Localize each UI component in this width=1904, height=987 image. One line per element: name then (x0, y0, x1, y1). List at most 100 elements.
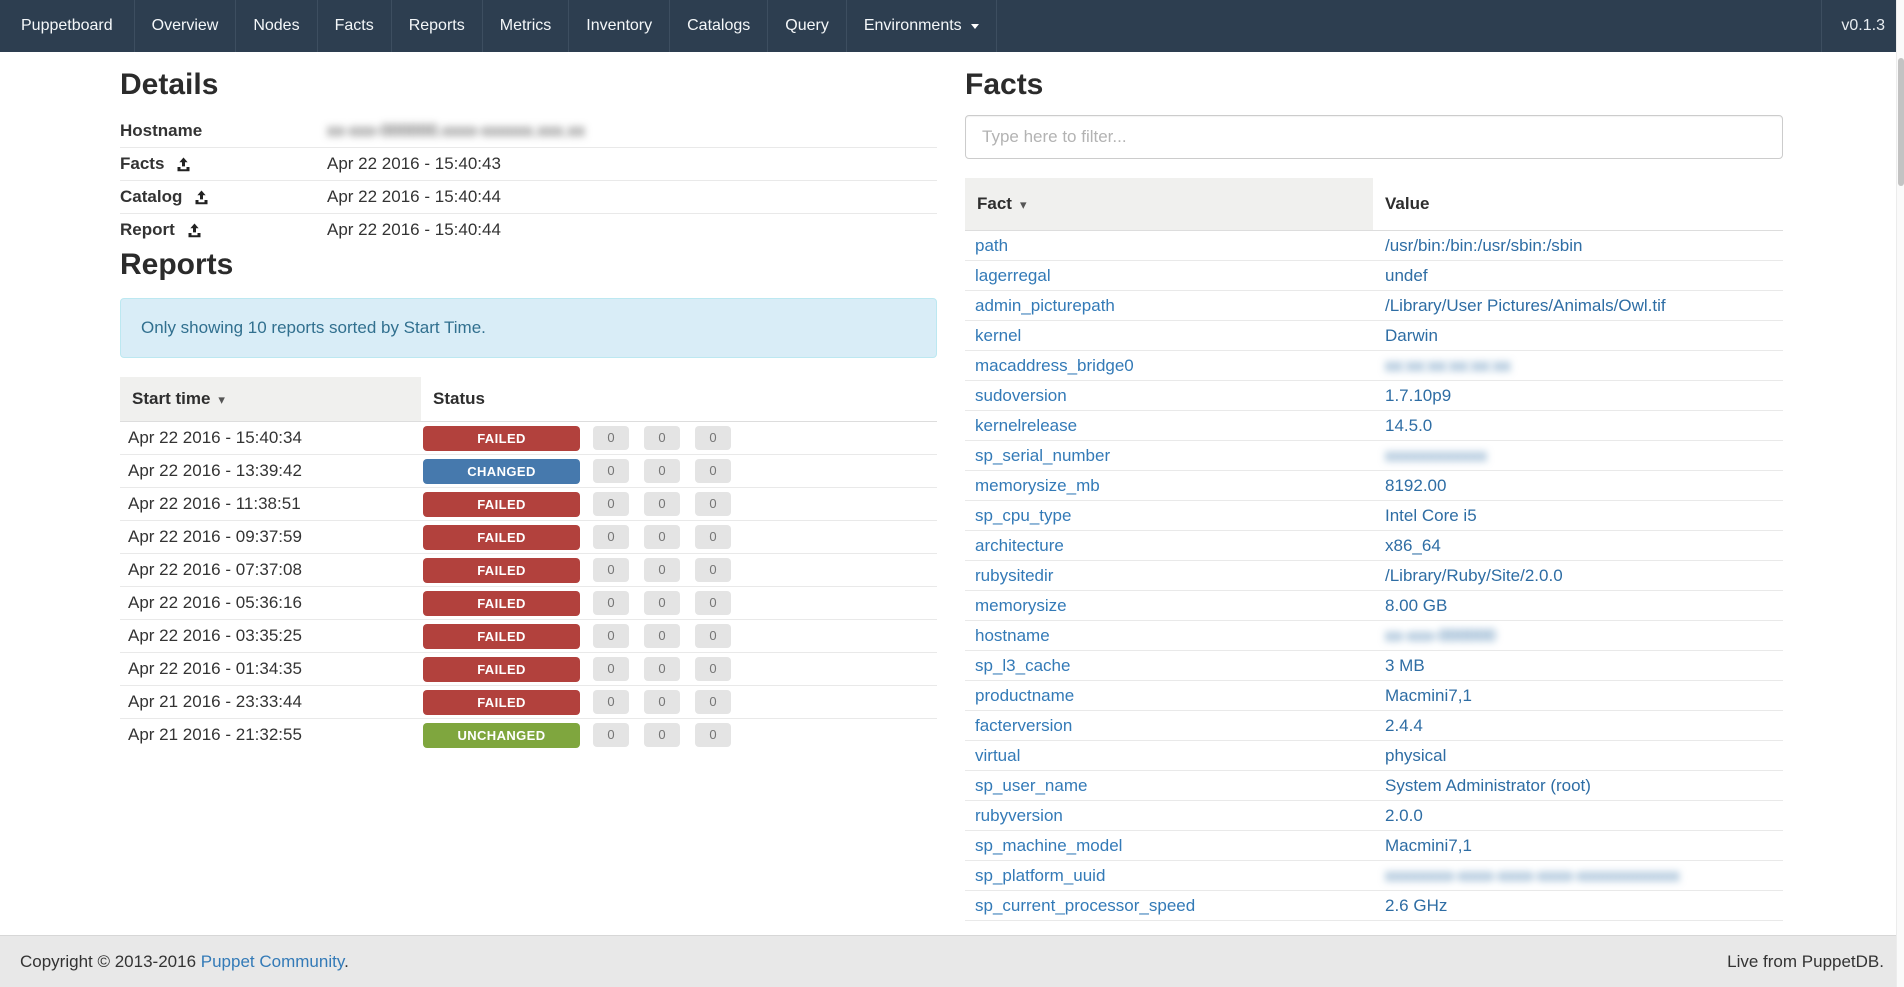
fact-name-cell: memorysize (965, 591, 1373, 621)
report-start-time: Apr 22 2016 - 09:37:59 (120, 521, 421, 554)
fact-name-link[interactable]: rubyversion (975, 806, 1063, 825)
fact-name-link[interactable]: path (975, 236, 1008, 255)
reports-table: Start time▾ Status Apr 22 2016 - 15:40:3… (120, 377, 937, 751)
detail-value-cell: Apr 22 2016 - 15:40:43 (327, 155, 937, 173)
filter-input[interactable] (965, 115, 1783, 159)
report-start-time: Apr 22 2016 - 13:39:42 (120, 455, 421, 488)
fact-value-cell: xx-xxx-000000 (1373, 621, 1783, 651)
fact-name-link[interactable]: architecture (975, 536, 1064, 555)
upload-icon[interactable] (176, 157, 191, 172)
fact-name-cell: facterversion (965, 711, 1373, 741)
report-count-badge: 0 (593, 492, 629, 516)
fact-name-link[interactable]: sudoversion (975, 386, 1067, 405)
report-status-cell: UNCHANGED000 (421, 719, 937, 752)
report-status-badge[interactable]: FAILED (423, 657, 580, 682)
column-header-value[interactable]: Value (1373, 178, 1783, 231)
report-status-badge[interactable]: FAILED (423, 525, 580, 550)
sort-caret-icon: ▾ (1020, 197, 1027, 212)
nav-item-reports[interactable]: Reports (392, 0, 483, 52)
fact-value-cell: xx:xx:xx:xx:xx:xx (1373, 351, 1783, 381)
report-status-badge[interactable]: FAILED (423, 624, 580, 649)
fact-name-cell: sp_current_processor_speed (965, 891, 1373, 921)
detail-label-cell: Facts (120, 154, 327, 174)
navbar-brand[interactable]: Puppetboard (0, 0, 135, 52)
report-count-badge: 0 (695, 624, 731, 648)
detail-value-cell: Apr 22 2016 - 15:40:44 (327, 221, 937, 239)
report-start-time-text: Apr 22 2016 - 05:36:16 (128, 593, 302, 612)
fact-value: 14.5.0 (1385, 416, 1432, 435)
fact-value-cell: physical (1373, 741, 1783, 771)
nav-item-metrics[interactable]: Metrics (483, 0, 570, 52)
fact-name-link[interactable]: productname (975, 686, 1074, 705)
fact-name-cell: lagerregal (965, 261, 1373, 291)
fact-name-link[interactable]: lagerregal (975, 266, 1051, 285)
fact-name-link[interactable]: admin_picturepath (975, 296, 1115, 315)
nav-item-overview[interactable]: Overview (135, 0, 237, 52)
scrollbar-thumb[interactable] (1898, 58, 1904, 186)
report-row: Apr 22 2016 - 09:37:59 FAILED000 (120, 521, 937, 554)
fact-name-link[interactable]: memorysize (975, 596, 1067, 615)
fact-row: hostname xx-xxx-000000 (965, 621, 1783, 651)
fact-name-link[interactable]: kernelrelease (975, 416, 1077, 435)
nav-item-environments[interactable]: Environments (847, 0, 997, 52)
fact-name-link[interactable]: hostname (975, 626, 1050, 645)
fact-name-link[interactable]: sp_machine_model (975, 836, 1122, 855)
fact-row: sp_serial_number xxxxxxxxxxxx (965, 441, 1783, 471)
report-row: Apr 21 2016 - 23:33:44 FAILED000 (120, 686, 937, 719)
fact-name-link[interactable]: sp_l3_cache (975, 656, 1070, 675)
fact-value-cell: /Library/Ruby/Site/2.0.0 (1373, 561, 1783, 591)
reports-table-header-row: Start time▾ Status (120, 377, 937, 422)
report-count-badge: 0 (644, 558, 680, 582)
report-count-badge: 0 (644, 591, 680, 615)
fact-name-link[interactable]: sp_platform_uuid (975, 866, 1105, 885)
report-status-badge[interactable]: FAILED (423, 591, 580, 616)
detail-label-cell: Hostname (120, 121, 327, 141)
fact-row: memorysize_mb 8192.00 (965, 471, 1783, 501)
nav-item-facts[interactable]: Facts (318, 0, 392, 52)
detail-value: Apr 22 2016 - 15:40:43 (327, 154, 501, 173)
info-alert: Only showing 10 reports sorted by Start … (120, 298, 937, 358)
fact-name-link[interactable]: memorysize_mb (975, 476, 1100, 495)
puppet-community-link[interactable]: Puppet Community (201, 952, 344, 971)
fact-value: 2.6 GHz (1385, 896, 1447, 915)
fact-name-link[interactable]: facterversion (975, 716, 1072, 735)
fact-name-link[interactable]: virtual (975, 746, 1020, 765)
fact-value: 2.4.4 (1385, 716, 1423, 735)
column-header-start-time-label: Start time (132, 389, 210, 408)
column-header-status-label: Status (433, 389, 485, 408)
report-status-badge[interactable]: FAILED (423, 426, 580, 451)
report-status-badge[interactable]: FAILED (423, 492, 580, 517)
nav-item-nodes[interactable]: Nodes (236, 0, 317, 52)
fact-row: sp_machine_model Macmini7,1 (965, 831, 1783, 861)
fact-name-cell: macaddress_bridge0 (965, 351, 1373, 381)
report-count-badge: 0 (593, 624, 629, 648)
fact-name-link[interactable]: sp_cpu_type (975, 506, 1071, 525)
fact-name-cell: hostname (965, 621, 1373, 651)
nav-item-catalogs[interactable]: Catalogs (670, 0, 768, 52)
report-status-cell: FAILED000 (421, 554, 937, 587)
fact-name-link[interactable]: kernel (975, 326, 1021, 345)
upload-icon[interactable] (194, 190, 209, 205)
report-count-badge: 0 (593, 426, 629, 450)
report-status-cell: FAILED000 (421, 686, 937, 719)
report-status-badge[interactable]: FAILED (423, 558, 580, 583)
fact-name-link[interactable]: sp_user_name (975, 776, 1087, 795)
nav-item-query[interactable]: Query (768, 0, 847, 52)
fact-name-link[interactable]: sp_current_processor_speed (975, 896, 1195, 915)
column-header-status[interactable]: Status (421, 377, 937, 422)
fact-name-cell: path (965, 231, 1373, 261)
report-row: Apr 22 2016 - 01:34:35 FAILED000 (120, 653, 937, 686)
report-start-time: Apr 22 2016 - 05:36:16 (120, 587, 421, 620)
column-header-fact[interactable]: Fact▾ (965, 178, 1373, 231)
report-status-badge[interactable]: FAILED (423, 690, 580, 715)
scrollbar-track[interactable] (1896, 0, 1904, 987)
column-header-start-time[interactable]: Start time▾ (120, 377, 421, 422)
report-status-badge[interactable]: UNCHANGED (423, 723, 580, 748)
fact-name-link[interactable]: rubysitedir (975, 566, 1053, 585)
fact-name-link[interactable]: sp_serial_number (975, 446, 1110, 465)
upload-icon[interactable] (187, 223, 202, 238)
nav-item-inventory[interactable]: Inventory (569, 0, 670, 52)
fact-name-link[interactable]: macaddress_bridge0 (975, 356, 1134, 375)
report-status-badge[interactable]: CHANGED (423, 459, 580, 484)
report-count-badge: 0 (593, 723, 629, 747)
